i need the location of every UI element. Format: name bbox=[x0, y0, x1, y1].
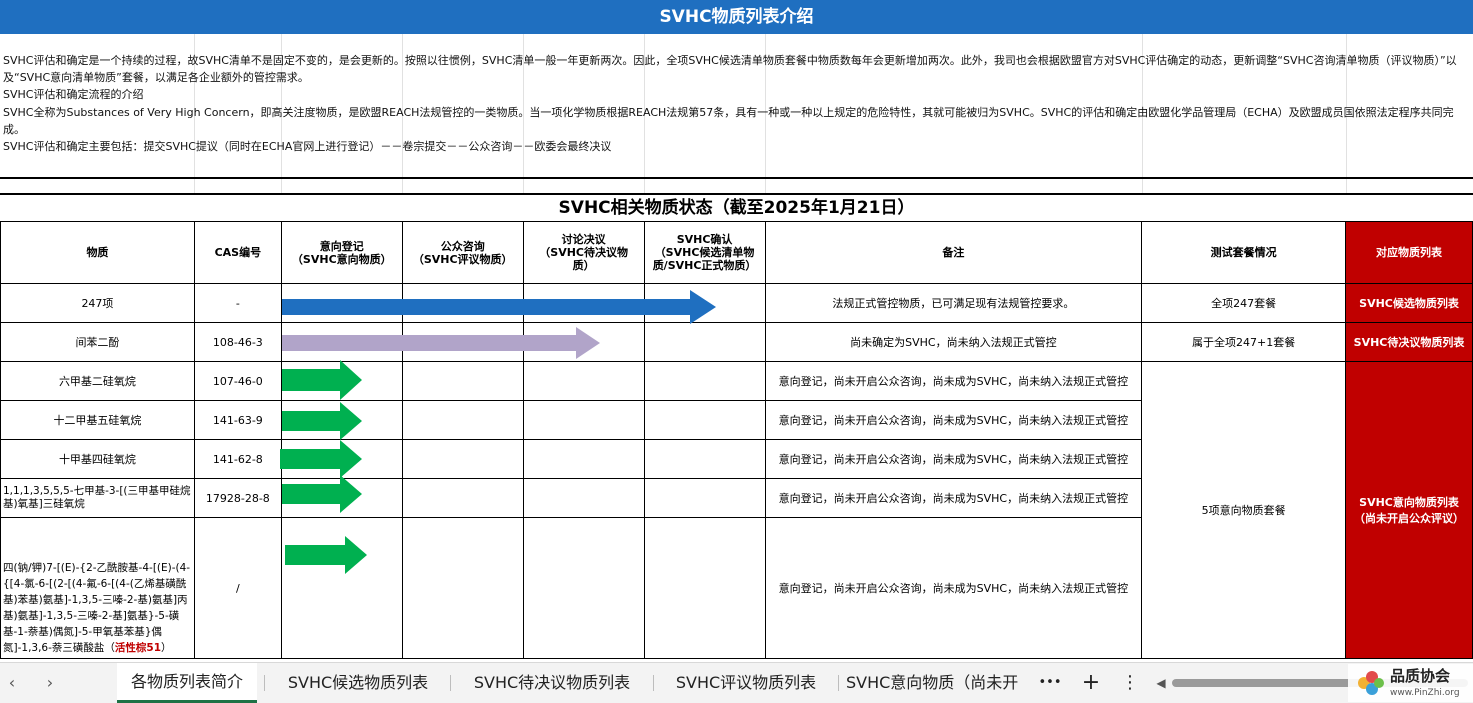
cell-cas[interactable]: 141-62-8 bbox=[193, 439, 282, 479]
arrow-right-icon bbox=[282, 475, 362, 513]
cell-substance[interactable]: 十甲基四硅氧烷 bbox=[0, 439, 195, 479]
cell-list-link-merged[interactable]: SVHC意向物质列表 （尚未开启公众评议） bbox=[1345, 361, 1473, 659]
cell-remark[interactable]: 尚未确定为SVHC，尚未纳入法规正式管控 bbox=[764, 322, 1143, 362]
next-sheet-button[interactable]: › bbox=[40, 673, 60, 693]
cell-remark[interactable]: 意向登记，尚未开启公众咨询，尚未成为SVHC，尚未纳入法规正式管控 bbox=[764, 439, 1143, 479]
cell-cas[interactable]: 108-46-3 bbox=[193, 322, 282, 362]
logo-url: www.PinZhi.org bbox=[1390, 688, 1460, 698]
cell-substance[interactable]: 十二甲基五硅氧烷 bbox=[0, 400, 195, 440]
header-confirm[interactable]: SVHC确认 （SVHC候选清单物 质/SVHC正式物质） bbox=[643, 221, 766, 284]
status-table: 物质 CAS编号 意向登记 （SVHC意向物质） 公众咨询 （SVHC评议物质）… bbox=[0, 221, 1473, 659]
header-substance[interactable]: 物质 bbox=[0, 221, 195, 284]
cell-confirm[interactable] bbox=[643, 361, 766, 401]
header-consult[interactable]: 公众咨询 （SVHC评议物质） bbox=[401, 221, 524, 284]
prev-sheet-button[interactable]: ‹ bbox=[2, 673, 22, 693]
table-row: 247项 - 法规正式管控物质，已可满足现有法规管控要求。 全项247套餐 SV… bbox=[0, 283, 1473, 323]
cell-confirm[interactable] bbox=[643, 478, 766, 518]
intro-paragraph: SVHC评估和确定是一个持续的过程，故SVHC清单不是固定不变的，是会更新的。按… bbox=[3, 54, 1457, 85]
cell-list-link[interactable]: SVHC待决议物质列表 bbox=[1345, 322, 1473, 362]
arrow-right-icon bbox=[282, 360, 362, 400]
header-row: 物质 CAS编号 意向登记 （SVHC意向物质） 公众咨询 （SVHC评议物质）… bbox=[0, 221, 1473, 284]
scroll-left-button[interactable]: ◀ bbox=[1152, 663, 1170, 703]
site-logo: 品质协会 www.PinZhi.org bbox=[1348, 664, 1473, 702]
substance-name-end: ） bbox=[161, 642, 172, 654]
cell-substance[interactable]: 六甲基二硅氧烷 bbox=[0, 361, 195, 401]
arrow-right-icon bbox=[282, 290, 716, 324]
menu-icon[interactable]: ⋮ bbox=[1120, 663, 1140, 703]
cell-cas[interactable]: 107-46-0 bbox=[193, 361, 282, 401]
cell-discuss[interactable] bbox=[522, 478, 645, 518]
substance-name: 四(钠/钾)7-[(E)-{2-乙酰胺基-4-[(E)-(4-{[4-氯-6-[… bbox=[3, 562, 191, 654]
cell-remark[interactable]: 意向登记，尚未开启公众咨询，尚未成为SVHC，尚未纳入法规正式管控 bbox=[764, 517, 1143, 659]
header-discuss[interactable]: 讨论决议 （SVHC待决议物 质） bbox=[522, 221, 645, 284]
cell-consult[interactable] bbox=[401, 478, 524, 518]
cell-consult[interactable] bbox=[401, 439, 524, 479]
cell-cas[interactable]: 17928-28-8 bbox=[193, 478, 282, 518]
cell-substance[interactable]: 247项 bbox=[0, 283, 195, 323]
intro-paragraph: SVHC评估和确定流程的介绍 bbox=[3, 88, 144, 102]
cell-list-link[interactable]: SVHC候选物质列表 bbox=[1345, 283, 1473, 323]
cell-cas[interactable]: / bbox=[193, 517, 282, 659]
status-table-title[interactable]: SVHC相关物质状态（截至2025年1月21日） bbox=[0, 195, 1473, 221]
intro-paragraph: SVHC全称为Substances of Very High Concern，即… bbox=[3, 105, 1454, 136]
spreadsheet-grid[interactable]: SVHC物质列表介绍 SVHC评估和确定是一个持续的过程，故SVHC清单不是固定… bbox=[0, 0, 1473, 662]
cell-remark[interactable]: 意向登记，尚未开启公众咨询，尚未成为SVHC，尚未纳入法规正式管控 bbox=[764, 478, 1143, 518]
intro-paragraph: SVHC评估和确定主要包括：提交SVHC提议（同时在ECHA官网上进行登记）－－… bbox=[3, 140, 612, 154]
cell-confirm[interactable] bbox=[643, 439, 766, 479]
banner-title[interactable]: SVHC物质列表介绍 bbox=[0, 0, 1473, 34]
arrow-right-icon bbox=[282, 327, 600, 359]
header-cas[interactable]: CAS编号 bbox=[193, 221, 282, 284]
tab-sheet-5[interactable]: SVHC意向物质（尚未开 bbox=[846, 663, 1036, 703]
cell-substance[interactable]: 1,1,1,3,5,5,5-七甲基-3-[(三甲基甲硅烷基)氧基]三硅氧烷 bbox=[0, 478, 195, 518]
cell-package[interactable]: 全项247套餐 bbox=[1141, 283, 1347, 323]
arrow-right-icon bbox=[285, 536, 367, 574]
cell-cas[interactable]: 141-63-9 bbox=[193, 400, 282, 440]
logo-name: 品质协会 bbox=[1390, 667, 1450, 685]
tab-sheet-1[interactable]: 各物质列表简介 bbox=[117, 663, 257, 703]
header-remark[interactable]: 备注 bbox=[764, 221, 1143, 284]
cell-confirm[interactable] bbox=[643, 400, 766, 440]
cell-cas[interactable]: - bbox=[193, 283, 282, 323]
cell-package-merged[interactable]: 5项意向物质套餐 bbox=[1141, 361, 1347, 659]
cell-substance[interactable]: 四(钠/钾)7-[(E)-{2-乙酰胺基-4-[(E)-(4-{[4-氯-6-[… bbox=[0, 517, 195, 659]
cell-consult[interactable] bbox=[401, 400, 524, 440]
tab-sheet-3[interactable]: SVHC待决议物质列表 bbox=[458, 663, 646, 703]
cell-discuss[interactable] bbox=[522, 400, 645, 440]
header-list[interactable]: 对应物质列表 bbox=[1345, 221, 1473, 284]
table-row: 间苯二酚 108-46-3 尚未确定为SVHC，尚未纳入法规正式管控 属于全项2… bbox=[0, 322, 1473, 362]
header-package[interactable]: 测试套餐情况 bbox=[1141, 221, 1347, 284]
substance-highlight: 活性棕51 bbox=[114, 642, 162, 654]
cell-confirm[interactable] bbox=[643, 517, 766, 659]
cell-consult[interactable] bbox=[401, 361, 524, 401]
arrow-right-icon bbox=[282, 402, 362, 440]
header-intent[interactable]: 意向登记 （SVHC意向物质） bbox=[280, 221, 403, 284]
cell-discuss[interactable] bbox=[522, 439, 645, 479]
cell-substance[interactable]: 间苯二酚 bbox=[0, 322, 195, 362]
divider bbox=[0, 177, 1473, 179]
intro-text: SVHC评估和确定是一个持续的过程，故SVHC清单不是固定不变的，是会更新的。按… bbox=[3, 52, 1471, 155]
cell-discuss[interactable] bbox=[522, 517, 645, 659]
add-sheet-button[interactable]: + bbox=[1078, 663, 1104, 703]
tab-sheet-2[interactable]: SVHC候选物质列表 bbox=[273, 663, 443, 703]
cell-remark[interactable]: 法规正式管控物质，已可满足现有法规管控要求。 bbox=[764, 283, 1143, 323]
tab-sheet-4[interactable]: SVHC评议物质列表 bbox=[661, 663, 831, 703]
cell-confirm[interactable] bbox=[643, 322, 766, 362]
cell-discuss[interactable] bbox=[522, 361, 645, 401]
cell-consult[interactable] bbox=[401, 517, 524, 659]
cell-remark[interactable]: 意向登记，尚未开启公众咨询，尚未成为SVHC，尚未纳入法规正式管控 bbox=[764, 400, 1143, 440]
cell-package[interactable]: 属于全项247+1套餐 bbox=[1141, 322, 1347, 362]
arrow-right-icon bbox=[280, 440, 362, 478]
more-sheets-button[interactable]: ••• bbox=[1036, 663, 1064, 703]
table-row: 六甲基二硅氧烷 107-46-0 意向登记，尚未开启公众咨询，尚未成为SVHC，… bbox=[0, 361, 1473, 659]
cell-remark[interactable]: 意向登记，尚未开启公众咨询，尚未成为SVHC，尚未纳入法规正式管控 bbox=[764, 361, 1143, 401]
